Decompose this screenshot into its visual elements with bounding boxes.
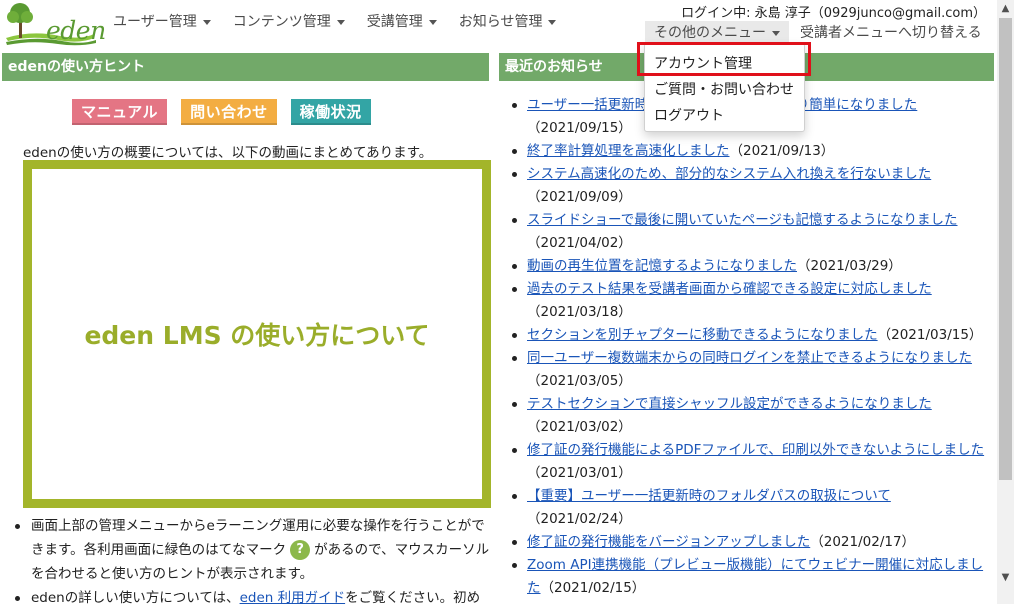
news-item: スライドショーで最後に開いていたページも記憶するようになりました （2021/04… [505,209,993,255]
news-date: （2021/02/24） [527,511,632,527]
news-date: （2021/09/09） [527,189,632,205]
news-date: （2021/02/15） [540,580,646,596]
news-link[interactable]: 同一ユーザー複数端末からの同時ログインを禁止できるようになりました [527,350,972,366]
news-link[interactable]: 過去のテスト結果を受講者画面から確認できる設定に対応しました [527,281,932,297]
news-item: セクションを別チャプターに移動できるようになりました（2021/03/15） [505,324,993,347]
news-date: （2021/04/02） [527,235,632,251]
chevron-down-icon [202,19,211,25]
chevron-down-icon [336,19,345,25]
contact-button[interactable]: 問い合わせ [181,99,277,125]
chevron-down-icon [772,30,780,36]
other-menu-button[interactable]: その他のメニュー [645,21,789,43]
news-item: テストセクションで直接シャッフル設定ができるようになりました （2021/03/0… [505,393,993,439]
user-guide-link[interactable]: eden 利用ガイド [240,590,346,604]
other-menu-dropdown: アカウント管理 ご質問・お問い合わせ ログアウト [644,43,805,132]
news-date: （2021/03/05） [527,373,632,389]
hint-buttons: マニュアル 問い合わせ 稼働状況 [72,99,385,125]
menu-item-logout[interactable]: ログアウト [654,105,724,125]
tutorial-video[interactable]: eden LMS の使い方について [23,160,491,508]
news-link[interactable]: システム高速化のため、部分的なシステム入れ換えを行ないました [527,166,931,182]
news-item: システム高速化のため、部分的なシステム入れ換えを行ないました （2021/09/0… [505,163,993,209]
overview-text: edenの使い方の概要については、以下の動画にまとめてあります。 [23,145,433,161]
news-link[interactable]: 終了率計算処理を高速化しました [527,143,730,159]
news-date: （2021/03/18） [527,304,632,320]
login-info: ログイン中: 永島 淳子（0929junco@gmail.com） [681,6,986,21]
chevron-down-icon [428,19,437,25]
list-item: edenの詳しい使い方については、eden 利用ガイドをご覧ください。初め [12,586,494,604]
menu-item-inquiry[interactable]: ご質問・お問い合わせ [654,79,794,99]
scrollbar-thumb[interactable] [999,18,1012,480]
nav-course-management[interactable]: 受講管理 [367,11,437,31]
news-item: 【重要】ユーザー一括更新時のフォルダパスの取扱について （2021/02/24） [505,485,993,531]
scroll-up-arrow-icon[interactable]: ▲ [997,0,1014,17]
page-scrollbar[interactable]: ▲ ▼ [997,0,1014,604]
top-header: eden ユーザー管理 コンテンツ管理 受講管理 お知らせ管理 ログイン中: 永… [0,0,1000,50]
news-date: （2021/09/13） [729,143,835,159]
news-link[interactable]: テストセクションで直接シャッフル設定ができるようになりました [527,396,932,412]
news-item: 動画の再生位置を記憶するようになりました（2021/03/29） [505,255,993,278]
news-link[interactable]: スライドショーで最後に開いていたページも記憶するようになりました [527,212,958,228]
news-link[interactable]: セクションを別チャプターに移動できるようになりました [527,327,878,343]
logo-text: eden [46,16,106,45]
news-item: 修了証の発行機能によるPDFファイルで、印刷以外できないようにしました （2021… [505,439,993,485]
news-link[interactable]: 【重要】ユーザー一括更新時のフォルダパスの取扱について [527,488,891,504]
news-item: Zoom API連携機能（プレビュー版機能）にてウェビナー開催に対応しました（2… [505,554,993,600]
help-question-icon: ? [290,540,311,560]
scroll-down-arrow-icon[interactable]: ▼ [997,569,1014,586]
hint-list: 画面上部の管理メニューからeラーニング運用に必要な操作を行うことができます。各利… [12,514,494,604]
admin-nav: ユーザー管理 コンテンツ管理 受講管理 お知らせ管理 [113,11,578,31]
news-date: （2021/02/17） [810,534,916,550]
news-link[interactable]: 修了証の発行機能をバージョンアップしました [527,534,810,550]
news-item: 修了証の発行機能をバージョンアップしました（2021/02/17） [505,531,993,554]
news-link[interactable]: 修了証の発行機能によるPDFファイルで、印刷以外できないようにしました [527,442,984,458]
status-button[interactable]: 稼働状況 [290,99,371,125]
video-title: eden LMS の使い方について [84,321,430,350]
news-link[interactable]: 動画の再生位置を記憶するようになりました [527,258,797,274]
news-item: 同一ユーザー複数端末からの同時ログインを禁止できるようになりました （2021/0… [505,347,993,393]
eden-logo[interactable]: eden [2,0,106,46]
news-date: （2021/03/01） [527,465,632,481]
nav-notice-management[interactable]: お知らせ管理 [459,11,557,31]
list-item: 画面上部の管理メニューからeラーニング運用に必要な操作を行うことができます。各利… [12,514,494,586]
news-date: （2021/09/15） [527,120,632,136]
news-date: （2021/03/02） [527,419,632,435]
news-item: 過去のテスト結果を受講者画面から確認できる設定に対応しました （2021/03/1… [505,278,993,324]
nav-user-management[interactable]: ユーザー管理 [113,11,211,31]
news-date: （2021/03/15） [877,327,983,343]
hints-panel-title: edenの使い方ヒント [2,53,489,81]
nav-content-management[interactable]: コンテンツ管理 [233,11,345,31]
news-date: （2021/03/29） [797,258,902,274]
manual-button[interactable]: マニュアル [72,99,168,125]
news-item: 終了率計算処理を高速化しました（2021/09/13） [505,140,993,163]
chevron-down-icon [548,19,557,25]
switch-to-learner-menu[interactable]: 受講者メニューへ切り替える [800,22,982,42]
menu-item-account-management[interactable]: アカウント管理 [654,53,752,73]
news-list: ユーザー一括更新時のフォルダパス指定がより簡単になりました（2021/09/15… [505,94,993,600]
